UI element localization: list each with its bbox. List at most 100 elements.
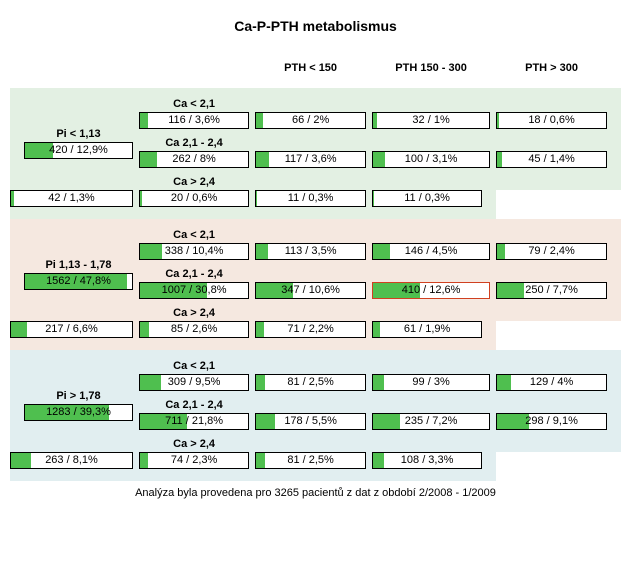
ca-label: Ca > 2,4 — [139, 176, 249, 190]
ca-total-bar: 42 / 1,3% — [10, 190, 133, 207]
bar-value: 81 / 2,5% — [256, 375, 365, 390]
bar-value: 99 / 3% — [373, 375, 489, 390]
ca-total-bar: 262 / 8% — [139, 151, 249, 168]
bar-value: 113 / 3,5% — [256, 244, 365, 259]
header-pth3: PTH > 300 — [496, 62, 621, 88]
pi-total-bar: 1562 / 47,8% — [24, 273, 133, 290]
cell-bar: 81 / 2,5% — [255, 374, 366, 391]
bar-value: 71 / 2,2% — [256, 322, 365, 337]
pi-total-bar: 420 / 12,9% — [24, 142, 133, 159]
cell-bar: 20 / 0,6% — [139, 190, 249, 207]
ca-total-bar: 217 / 6,6% — [10, 321, 133, 338]
cell-bar: 61 / 1,9% — [372, 321, 482, 338]
ca-total-bar: 1007 / 30,8% — [139, 282, 249, 299]
cell-bar: 11 / 0,3% — [255, 190, 366, 207]
bar-value: 263 / 8,1% — [11, 453, 132, 468]
cell-bar: 32 / 1% — [372, 112, 490, 129]
bar-value: 85 / 2,6% — [140, 322, 248, 337]
bar-value: 298 / 9,1% — [497, 414, 606, 429]
bar-value: 116 / 3,6% — [140, 113, 248, 128]
bar-value: 420 / 12,9% — [25, 143, 132, 158]
pi-label: Pi 1,13 - 1,78 — [24, 259, 133, 273]
cell-bar: 298 / 9,1% — [496, 413, 607, 430]
cell-bar: 81 / 2,5% — [255, 452, 366, 469]
bar-value: 347 / 10,6% — [256, 283, 365, 298]
ca-total-bar: 338 / 10,4% — [139, 243, 249, 260]
row-bars: 217 / 6,6% 85 / 2,6% 71 / 2,2% 61 / 1,9% — [10, 321, 621, 350]
cell-bar: 18 / 0,6% — [496, 112, 607, 129]
ca-label: Ca 2,1 - 2,4 — [139, 268, 249, 282]
bar-value: 20 / 0,6% — [140, 191, 248, 206]
row-label: Pi > 1,781283 / 39,3%Ca < 2,1 — [10, 350, 621, 374]
bar-value: 61 / 1,9% — [373, 322, 481, 337]
bar-value: 18 / 0,6% — [497, 113, 606, 128]
cell-bar: 129 / 4% — [496, 374, 607, 391]
ca-label: Ca < 2,1 — [139, 98, 249, 112]
bar-value: 66 / 2% — [256, 113, 365, 128]
cell-bar: 113 / 3,5% — [255, 243, 366, 260]
cell-bar: 108 / 3,3% — [372, 452, 482, 469]
row-bars: 42 / 1,3% 20 / 0,6% 11 / 0,3% 11 / 0,3% — [10, 190, 621, 219]
bar-value: 178 / 5,5% — [256, 414, 365, 429]
cell-bar: 235 / 7,2% — [372, 413, 490, 430]
cell-bar: 250 / 7,7% — [496, 282, 607, 299]
ca-total-bar: 116 / 3,6% — [139, 112, 249, 129]
cell-bar: 45 / 1,4% — [496, 151, 607, 168]
cell-bar: 79 / 2,4% — [496, 243, 607, 260]
cell-bar: 410 / 12,6% — [372, 282, 490, 299]
cell-bar: 99 / 3% — [372, 374, 490, 391]
bar-value: 108 / 3,3% — [373, 453, 481, 468]
cell-bar: 178 / 5,5% — [255, 413, 366, 430]
bar-value: 11 / 0,3% — [256, 191, 365, 206]
bar-value: 217 / 6,6% — [11, 322, 132, 337]
bar-value: 11 / 0,3% — [373, 191, 481, 206]
bar-value: 1007 / 30,8% — [140, 283, 248, 298]
bar-value: 117 / 3,6% — [256, 152, 365, 167]
ca-label: Ca < 2,1 — [139, 360, 249, 374]
bar-value: 1562 / 47,8% — [25, 274, 132, 289]
bar-value: 42 / 1,3% — [11, 191, 132, 206]
bar-value: 309 / 9,5% — [140, 375, 248, 390]
cell-bar: 74 / 2,3% — [139, 452, 249, 469]
bar-value: 129 / 4% — [497, 375, 606, 390]
cell-bar: 85 / 2,6% — [139, 321, 249, 338]
ca-total-bar: 711 / 21,8% — [139, 413, 249, 430]
ca-label: Ca 2,1 - 2,4 — [139, 399, 249, 413]
row-bars: 263 / 8,1% 74 / 2,3% 81 / 2,5% 108 / 3,3% — [10, 452, 621, 481]
cell-bar: 71 / 2,2% — [255, 321, 366, 338]
cell-bar: 100 / 3,1% — [372, 151, 490, 168]
ca-label: Ca > 2,4 — [139, 307, 249, 321]
bar-value: 410 / 12,6% — [373, 283, 489, 298]
ca-total-bar: 309 / 9,5% — [139, 374, 249, 391]
cell-bar: 66 / 2% — [255, 112, 366, 129]
pi-total-bar: 1283 / 39,3% — [24, 404, 133, 421]
pi-label: Pi < 1,13 — [24, 128, 133, 142]
cell-bar: 11 / 0,3% — [372, 190, 482, 207]
bar-value: 711 / 21,8% — [140, 414, 248, 429]
bar-value: 338 / 10,4% — [140, 244, 248, 259]
bar-value: 81 / 2,5% — [256, 453, 365, 468]
metabolism-grid: PTH < 150 PTH 150 - 300 PTH > 300 Pi < 1… — [10, 62, 621, 481]
row-label: Pi < 1,13420 / 12,9%Ca < 2,1 — [10, 88, 621, 112]
bar-value: 1283 / 39,3% — [25, 405, 132, 420]
ca-label: Ca < 2,1 — [139, 229, 249, 243]
bar-value: 146 / 4,5% — [373, 244, 489, 259]
header-row: PTH < 150 PTH 150 - 300 PTH > 300 — [10, 62, 621, 88]
cell-bar: 347 / 10,6% — [255, 282, 366, 299]
bar-value: 235 / 7,2% — [373, 414, 489, 429]
header-pth2: PTH 150 - 300 — [372, 62, 496, 88]
bar-value: 45 / 1,4% — [497, 152, 606, 167]
page-title: Ca-P-PTH metabolismus — [10, 18, 621, 34]
bar-value: 32 / 1% — [373, 113, 489, 128]
row-label: Pi 1,13 - 1,781562 / 47,8%Ca < 2,1 — [10, 219, 621, 243]
bar-value: 74 / 2,3% — [140, 453, 248, 468]
ca-total-bar: 263 / 8,1% — [10, 452, 133, 469]
header-pth1: PTH < 150 — [255, 62, 372, 88]
ca-label: Ca > 2,4 — [139, 438, 249, 452]
bar-value: 100 / 3,1% — [373, 152, 489, 167]
pi-label: Pi > 1,78 — [24, 390, 133, 404]
footer-note: Analýza byla provedena pro 3265 pacientů… — [10, 487, 621, 499]
bar-value: 250 / 7,7% — [497, 283, 606, 298]
bar-value: 262 / 8% — [140, 152, 248, 167]
cell-bar: 146 / 4,5% — [372, 243, 490, 260]
